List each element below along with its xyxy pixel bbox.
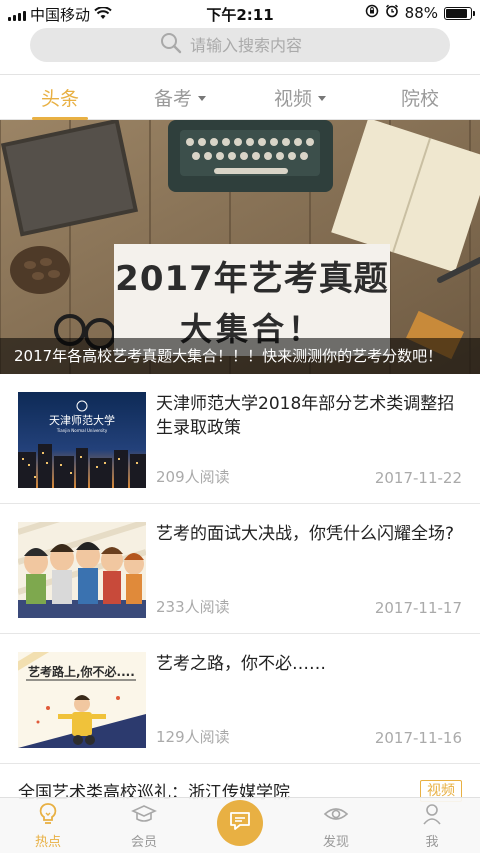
news-read-count: 233人阅读 xyxy=(156,598,230,616)
lightbulb-icon xyxy=(37,802,59,830)
news-item[interactable]: 艺考的面试大决战，你凭什么闪耀全场? 233人阅读 2017-11-17 xyxy=(0,504,480,634)
nav-discover[interactable]: 发现 xyxy=(288,798,384,853)
news-list: 天津师范大学 Tianjin Normal University 天津师范大学2… xyxy=(0,374,480,764)
tab-schools[interactable]: 院校 xyxy=(360,75,480,119)
banner-caption: 2017年各高校艺考真题大集合！！！快来测测你的艺考分数吧！ xyxy=(0,338,480,374)
signal-icon xyxy=(8,9,26,21)
nav-label: 会员 xyxy=(130,835,157,850)
category-tabs: 头条 备考 视频 院校 xyxy=(0,74,480,120)
search-icon xyxy=(160,32,182,58)
tab-label: 视频 xyxy=(273,87,312,110)
caret-down-icon xyxy=(318,95,326,101)
search-bar-container xyxy=(0,26,480,74)
nav-member[interactable]: 会员 xyxy=(96,798,192,853)
thumb-school-name: 天津师范大学 xyxy=(49,413,115,427)
nav-label: 热点 xyxy=(34,835,61,850)
alarm-icon xyxy=(385,4,399,22)
news-date: 2017-11-22 xyxy=(374,469,462,487)
tab-video[interactable]: 视频 xyxy=(240,75,360,119)
nav-label: 我 xyxy=(425,835,439,850)
battery-percent: 88% xyxy=(404,4,438,22)
news-date: 2017-11-16 xyxy=(374,729,462,747)
nav-label: 发现 xyxy=(322,835,349,850)
news-read-count: 209人阅读 xyxy=(156,468,230,486)
tab-label: 头条 xyxy=(40,87,79,110)
tab-label: 备考 xyxy=(153,87,192,110)
news-item[interactable]: 艺考路上,你不必.... 艺考之路，你不必…… 129人阅读 2017-11-1… xyxy=(0,634,480,764)
nav-center[interactable] xyxy=(192,798,288,853)
carrier-name: 中国移动 xyxy=(30,6,91,24)
news-date: 2017-11-17 xyxy=(374,599,462,617)
news-thumbnail: 天津师范大学 Tianjin Normal University xyxy=(18,392,146,488)
carrier-group: 中国移动 xyxy=(8,4,112,25)
banner-carousel[interactable]: 2017年艺考真题 大集合！ 2017年各高校艺考真题大集合！！！快来测测你的艺… xyxy=(0,120,480,374)
caret-down-icon xyxy=(198,95,206,101)
news-title: 艺考的面试大决战，你凭什么闪耀全场? xyxy=(156,524,455,544)
search-box[interactable] xyxy=(30,28,450,62)
tab-exam-prep[interactable]: 备考 xyxy=(120,75,240,119)
thumb-school-subtext: Tianjin Normal University xyxy=(56,428,108,433)
person-icon xyxy=(421,802,443,830)
news-read-count: 129人阅读 xyxy=(156,728,230,746)
news-thumbnail xyxy=(18,522,146,618)
chat-bubble-icon xyxy=(228,810,252,836)
thumb-caption: 艺考路上,你不必.... xyxy=(28,664,135,679)
graduation-cap-icon xyxy=(131,802,157,830)
wifi-icon xyxy=(94,5,112,24)
compose-button[interactable] xyxy=(217,800,263,846)
nav-hot[interactable]: 热点 xyxy=(0,798,96,853)
eye-icon xyxy=(323,802,349,830)
nav-me[interactable]: 我 xyxy=(384,798,480,853)
status-bar: 中国移动 下午2:11 88% xyxy=(0,0,480,26)
status-right-group: 88% xyxy=(365,4,475,22)
orientation-lock-icon xyxy=(365,4,379,22)
tab-label: 院校 xyxy=(400,87,439,110)
news-title: 天津师范大学2018年部分艺术类调整招生录取政策 xyxy=(156,394,455,438)
bottom-tab-bar: 热点 会员 发现 我 xyxy=(0,797,480,853)
news-title: 艺考之路，你不必…… xyxy=(156,654,326,674)
tab-headlines[interactable]: 头条 xyxy=(0,75,120,120)
banner-title-line1: 2017年艺考真题 xyxy=(115,258,389,299)
news-item[interactable]: 天津师范大学 Tianjin Normal University 天津师范大学2… xyxy=(0,374,480,504)
battery-icon xyxy=(444,6,475,20)
search-input[interactable] xyxy=(190,35,320,55)
news-thumbnail: 艺考路上,你不必.... xyxy=(18,652,146,748)
